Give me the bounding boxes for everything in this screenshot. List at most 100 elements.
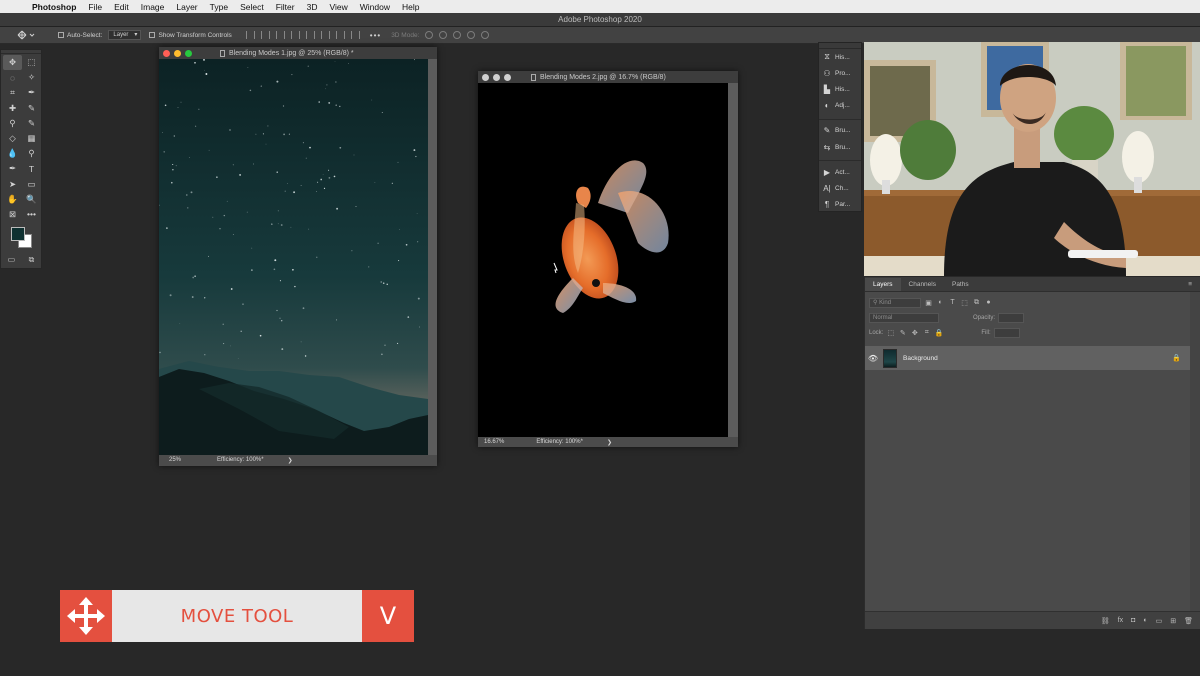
- link-layers-icon[interactable]: ⛓: [1101, 617, 1110, 625]
- 3d-roll-icon[interactable]: [439, 31, 448, 39]
- layer-name[interactable]: Background: [903, 355, 938, 362]
- new-group-icon[interactable]: ▭: [1156, 617, 1163, 625]
- lasso-tool[interactable]: ◌: [3, 70, 22, 85]
- doc1-status-menu-icon[interactable]: ❯: [288, 457, 293, 464]
- menu-help[interactable]: Help: [402, 2, 419, 12]
- frame-tool[interactable]: ⊠: [3, 207, 22, 222]
- lock-transparent-icon[interactable]: ⬚: [886, 329, 895, 337]
- menu-filter[interactable]: Filter: [276, 2, 295, 12]
- brushes-panel-button[interactable]: ✎ Bru...: [819, 123, 861, 139]
- menu-type[interactable]: Type: [210, 2, 228, 12]
- foreground-color-swatch[interactable]: [11, 227, 25, 242]
- blend-mode-dropdown[interactable]: Normal: [869, 312, 939, 323]
- brush-settings-panel-button[interactable]: ⇆ Bru...: [819, 139, 861, 155]
- lock-image-icon[interactable]: ✎: [898, 329, 907, 337]
- auto-select-dropdown[interactable]: Layer: [108, 30, 142, 40]
- healing-brush-tool[interactable]: ✚: [3, 101, 22, 116]
- add-mask-icon[interactable]: ◘: [1131, 617, 1135, 624]
- panel-menu-icon[interactable]: ≡: [1188, 281, 1192, 291]
- doc2-status-menu-icon[interactable]: ❯: [607, 439, 612, 446]
- menu-edit[interactable]: Edit: [114, 2, 129, 12]
- menu-3d[interactable]: 3D: [307, 2, 318, 12]
- zoom-window-icon[interactable]: [185, 49, 192, 57]
- doc1-vertical-scrollbar[interactable]: [428, 59, 437, 455]
- edit-toolbar-tool[interactable]: •••: [22, 207, 41, 222]
- doc2-vertical-scrollbar[interactable]: [728, 83, 738, 438]
- minimize-icon[interactable]: [174, 49, 181, 57]
- screen-mode-icon[interactable]: ⧉: [29, 255, 35, 265]
- distribute-icon[interactable]: [335, 31, 345, 39]
- marquee-tool[interactable]: ⬚: [22, 55, 41, 70]
- actions-panel-button[interactable]: ▶ Act...: [819, 164, 861, 180]
- fill-field[interactable]: [993, 327, 1020, 338]
- fx-icon[interactable]: fx: [1118, 617, 1123, 624]
- layers-scrollbar[interactable]: [1190, 292, 1200, 611]
- align-bottom-icon[interactable]: [275, 31, 285, 39]
- layer-row-background[interactable]: 👁 Background 🔒: [865, 346, 1191, 370]
- filter-type-icon[interactable]: T: [948, 299, 957, 306]
- menu-window[interactable]: Window: [360, 2, 390, 12]
- align-right-icon[interactable]: [320, 31, 330, 39]
- transform-controls-checkbox[interactable]: [149, 32, 156, 38]
- lock-artboard-icon[interactable]: ⌗: [922, 329, 931, 337]
- doc2-canvas[interactable]: [478, 83, 728, 438]
- lock-position-icon[interactable]: ✥: [910, 329, 919, 337]
- tool-preset-picker[interactable]: [4, 29, 50, 42]
- doc2-zoom-level[interactable]: 16.67%: [484, 439, 504, 445]
- menu-view[interactable]: View: [329, 2, 347, 12]
- doc1-zoom-level[interactable]: 25%: [169, 457, 181, 463]
- properties-panel-button[interactable]: ⚇ Pro...: [819, 65, 861, 81]
- type-tool[interactable]: T: [22, 161, 41, 176]
- more-options-button[interactable]: •••: [370, 31, 381, 40]
- blur-tool[interactable]: 💧: [3, 146, 22, 161]
- filter-smartobject-icon[interactable]: ⧉: [972, 299, 981, 307]
- zoom-window-icon[interactable]: [504, 73, 511, 81]
- adjustments-panel-button[interactable]: ◐ Adj...: [819, 98, 861, 114]
- close-icon[interactable]: [482, 73, 489, 81]
- menu-image[interactable]: Image: [141, 2, 165, 12]
- tab-paths[interactable]: Paths: [944, 281, 977, 291]
- menu-file[interactable]: File: [88, 2, 102, 12]
- 3d-slide-icon[interactable]: [467, 31, 476, 39]
- 3d-scale-icon[interactable]: [481, 31, 490, 39]
- filter-pixel-icon[interactable]: ▣: [924, 299, 933, 307]
- filter-shape-icon[interactable]: ⬚: [960, 299, 969, 307]
- paragraph-panel-button[interactable]: ¶ Par...: [819, 197, 861, 213]
- eye-icon[interactable]: 👁: [865, 354, 881, 363]
- move-tool[interactable]: ✥: [3, 55, 22, 71]
- eyedropper-tool[interactable]: ✒: [22, 85, 41, 100]
- brush-tool[interactable]: ✎: [22, 101, 41, 116]
- align-top-icon[interactable]: [245, 31, 255, 39]
- doc1-canvas[interactable]: [159, 59, 428, 455]
- doc1-title-bar[interactable]: Blending Modes 1.jpg @ 25% (RGB/8) *: [159, 47, 437, 59]
- align-hcenter-icon[interactable]: [305, 31, 315, 39]
- eraser-tool[interactable]: ◇: [3, 131, 22, 146]
- filter-toggle-icon[interactable]: ●: [984, 299, 993, 306]
- adjustment-layer-icon[interactable]: ◐: [1143, 617, 1147, 624]
- magic-wand-tool[interactable]: ✧: [22, 70, 41, 85]
- 3d-orbit-icon[interactable]: [425, 31, 434, 39]
- menu-layer[interactable]: Layer: [176, 2, 197, 12]
- tab-channels[interactable]: Channels: [901, 281, 944, 291]
- clone-stamp-tool[interactable]: ⚲: [3, 116, 22, 131]
- align-left-icon[interactable]: [290, 31, 300, 39]
- menu-select[interactable]: Select: [240, 2, 264, 12]
- tab-layers[interactable]: Layers: [865, 278, 901, 291]
- history-brush-tool[interactable]: ✎: [22, 116, 41, 131]
- auto-select-checkbox[interactable]: [58, 32, 64, 38]
- menu-app-name[interactable]: Photoshop: [32, 2, 76, 12]
- histogram-panel-button[interactable]: ▙ His...: [819, 81, 861, 97]
- doc2-title-bar[interactable]: Blending Modes 2.jpg @ 16.7% (RGB/8): [478, 71, 738, 83]
- hand-tool[interactable]: ✋: [3, 192, 22, 207]
- trash-icon[interactable]: 🗑: [1184, 617, 1193, 625]
- new-layer-icon[interactable]: ⊞: [1170, 617, 1176, 625]
- zoom-tool[interactable]: 🔍: [22, 192, 41, 207]
- distribute-spacing-icon[interactable]: [350, 31, 360, 39]
- history-panel-button[interactable]: ⧖ His...: [819, 49, 861, 65]
- path-selection-tool[interactable]: ➤: [3, 177, 22, 192]
- layer-kind-filter[interactable]: ⚲ Kind: [869, 297, 921, 308]
- close-icon[interactable]: [163, 49, 170, 57]
- opacity-field[interactable]: [998, 312, 1025, 323]
- dodge-tool[interactable]: ⚲: [22, 146, 41, 161]
- lock-all-icon[interactable]: 🔒: [934, 329, 943, 337]
